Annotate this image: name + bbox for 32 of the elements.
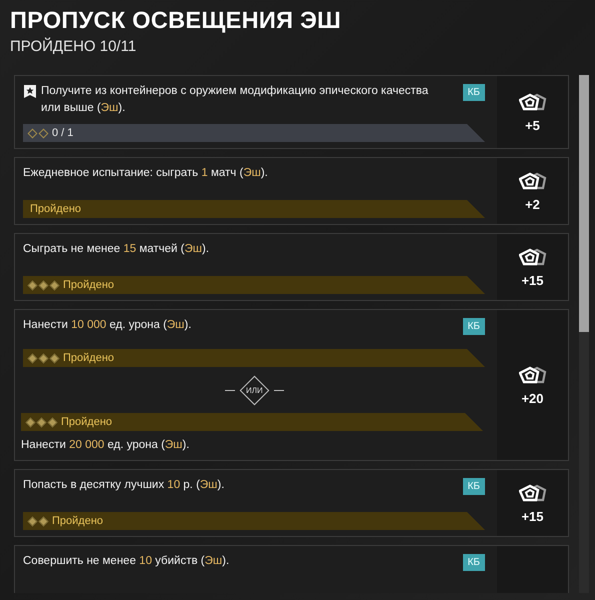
- progress-text: 0 / 1: [52, 127, 74, 139]
- challenge-text: Получите из контейнеров с оружием модификацию эпического качества или выше (Эш).: [41, 84, 430, 116]
- mode-tag: КБ: [462, 84, 485, 101]
- crystal-icon: [518, 170, 546, 190]
- mode-tag: КБ: [462, 318, 485, 335]
- mode-tag: КБ: [462, 554, 485, 571]
- scrollbar[interactable]: [579, 75, 589, 593]
- reward-amount: +20: [521, 390, 544, 406]
- challenge-text: Нанести 20 000 ед. урона (Эш).: [21, 438, 190, 453]
- challenge-text: Ежедневное испытание: сыграть 1 матч (Эш).: [23, 166, 269, 181]
- challenge-text: Попасть в десятку лучших 10 р. (Эш).: [23, 478, 226, 493]
- reward-amount: +15: [521, 272, 544, 288]
- scroll-thumb[interactable]: [579, 75, 589, 332]
- reward-amount: +15: [521, 508, 544, 524]
- challenge-text: Сыграть не менее 15 матчей (Эш).: [23, 242, 210, 257]
- crystal-icon: [518, 92, 546, 112]
- or-label: ИЛИ: [239, 375, 269, 405]
- progress-summary: ПРОЙДЕНО 10/11: [10, 37, 138, 57]
- mode-tag: КБ: [462, 478, 485, 495]
- progress-text: Пройдено: [61, 416, 112, 428]
- reward-amount: +2: [525, 196, 540, 212]
- crystal-icon: [518, 482, 546, 502]
- progress-text: Пройдено: [30, 203, 82, 215]
- challenge-text: Нанести 10 000 ед. урона (Эш).: [23, 318, 192, 333]
- crystal-icon: [518, 364, 546, 384]
- reward-amount: +5: [525, 118, 540, 132]
- crystal-icon: [518, 246, 546, 266]
- progress-text: Пройдено: [63, 279, 114, 291]
- challenge-text: Совершить не менее 10 убийств (Эш).: [23, 554, 230, 569]
- progress-text: Пройдено: [52, 515, 104, 527]
- progress-text: Пройдено: [63, 352, 114, 364]
- page-title: ПРОПУСК ОСВЕЩЕНИЯ ЭШ: [10, 6, 342, 35]
